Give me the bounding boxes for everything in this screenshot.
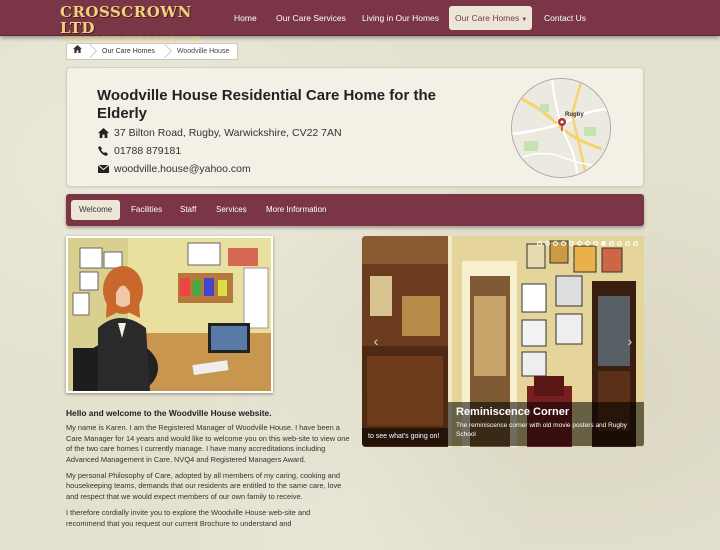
slide-caption-title: Reminiscence Corner (456, 406, 570, 418)
slide-dot-active[interactable] (601, 241, 606, 246)
page-title: Woodville House Residential Care Home fo… (97, 87, 436, 122)
nav-our-care-homes[interactable]: Our Care Homes ▼ (449, 6, 532, 30)
tab-staff[interactable]: Staff (172, 200, 204, 220)
chevron-left-icon[interactable]: ‹ (370, 332, 382, 350)
slide-dot[interactable] (609, 241, 614, 246)
welcome-paragraph: My personal Philosophy of Care, adopted … (66, 471, 342, 501)
slide-dot[interactable] (633, 241, 638, 246)
slide-caption-text: The reminiscence corner with old movie p… (456, 422, 627, 438)
top-navbar: CROSSCROWN LTD ADVANCING EXCELLENCE IN E… (0, 0, 720, 43)
home-header-card: Woodville House Residential Care Home fo… (66, 67, 644, 187)
photo-slider[interactable]: ‹ › to see what's going on! Reminiscence… (362, 236, 644, 447)
welcome-paragraph: My name is Karen. I am the Registered Ma… (66, 423, 350, 464)
slide-dot[interactable] (553, 241, 558, 246)
previous-slide-caption: to see what's going on! (362, 428, 448, 446)
phone-text: 01788 879181 (114, 145, 182, 157)
email-link[interactable]: woodville.house@yahoo.com (114, 163, 251, 175)
nav-our-care-homes-label: Our Care Homes (455, 13, 520, 23)
slide-dot[interactable] (569, 241, 574, 246)
tab-services[interactable]: Services (208, 200, 255, 220)
nav-living-in-our-homes[interactable]: Living in Our Homes (356, 6, 445, 30)
map-graphic (512, 79, 610, 177)
brand-name: CROSSCROWN LTD (60, 3, 192, 37)
tab-facilities[interactable]: Facilities (123, 200, 170, 220)
breadcrumb-woodville-house: Woodville House (176, 48, 230, 55)
slide-dot[interactable] (585, 241, 590, 246)
slide-caption: Reminiscence Corner The reminiscence cor… (448, 402, 644, 446)
brand-logo[interactable]: CROSSCROWN LTD ADVANCING EXCELLENCE IN E… (60, 4, 210, 43)
slide-dot[interactable] (561, 241, 566, 246)
home-sub-navigation: Welcome Facilities Staff Services More I… (66, 194, 644, 226)
slider-pagination (537, 241, 638, 246)
slide-dot[interactable] (625, 241, 630, 246)
breadcrumb-our-care-homes[interactable]: Our Care Homes (94, 43, 163, 60)
caret-down-icon: ▼ (521, 17, 528, 23)
manager-photo (66, 236, 273, 393)
slide-dot[interactable] (537, 241, 542, 246)
location-map[interactable]: Rugby (511, 78, 611, 178)
nav-home[interactable]: Home (228, 6, 263, 30)
nav-our-care-services[interactable]: Our Care Services (270, 6, 352, 30)
address-text: 37 Bilton Road, Rugby, Warwickshire, CV2… (114, 127, 342, 139)
tab-more-information[interactable]: More Information (258, 200, 334, 220)
breadcrumb: Our Care Homes Woodville House (66, 43, 239, 60)
tab-welcome[interactable]: Welcome (71, 200, 121, 220)
slide-dot[interactable] (593, 241, 598, 246)
chevron-right-icon[interactable]: › (624, 332, 636, 350)
phone-icon (97, 145, 109, 157)
nav-contact-us[interactable]: Contact Us (538, 6, 592, 30)
home-icon (73, 45, 82, 53)
slide-dot[interactable] (577, 241, 582, 246)
welcome-heading: Hello and welcome to the Woodville House… (66, 408, 272, 418)
welcome-paragraph: I therefore cordially invite you to expl… (66, 508, 311, 528)
slide-dot[interactable] (545, 241, 550, 246)
map-label: Rugby (565, 112, 584, 118)
slide-dot[interactable] (617, 241, 622, 246)
phone-row: 01788 879181 (97, 145, 181, 157)
welcome-text: Hello and welcome to the Woodville House… (66, 408, 350, 535)
address-row: 37 Bilton Road, Rugby, Warwickshire, CV2… (97, 127, 342, 139)
email-row: woodville.house@yahoo.com (97, 163, 251, 175)
envelope-icon (97, 163, 109, 175)
home-icon (97, 127, 109, 139)
